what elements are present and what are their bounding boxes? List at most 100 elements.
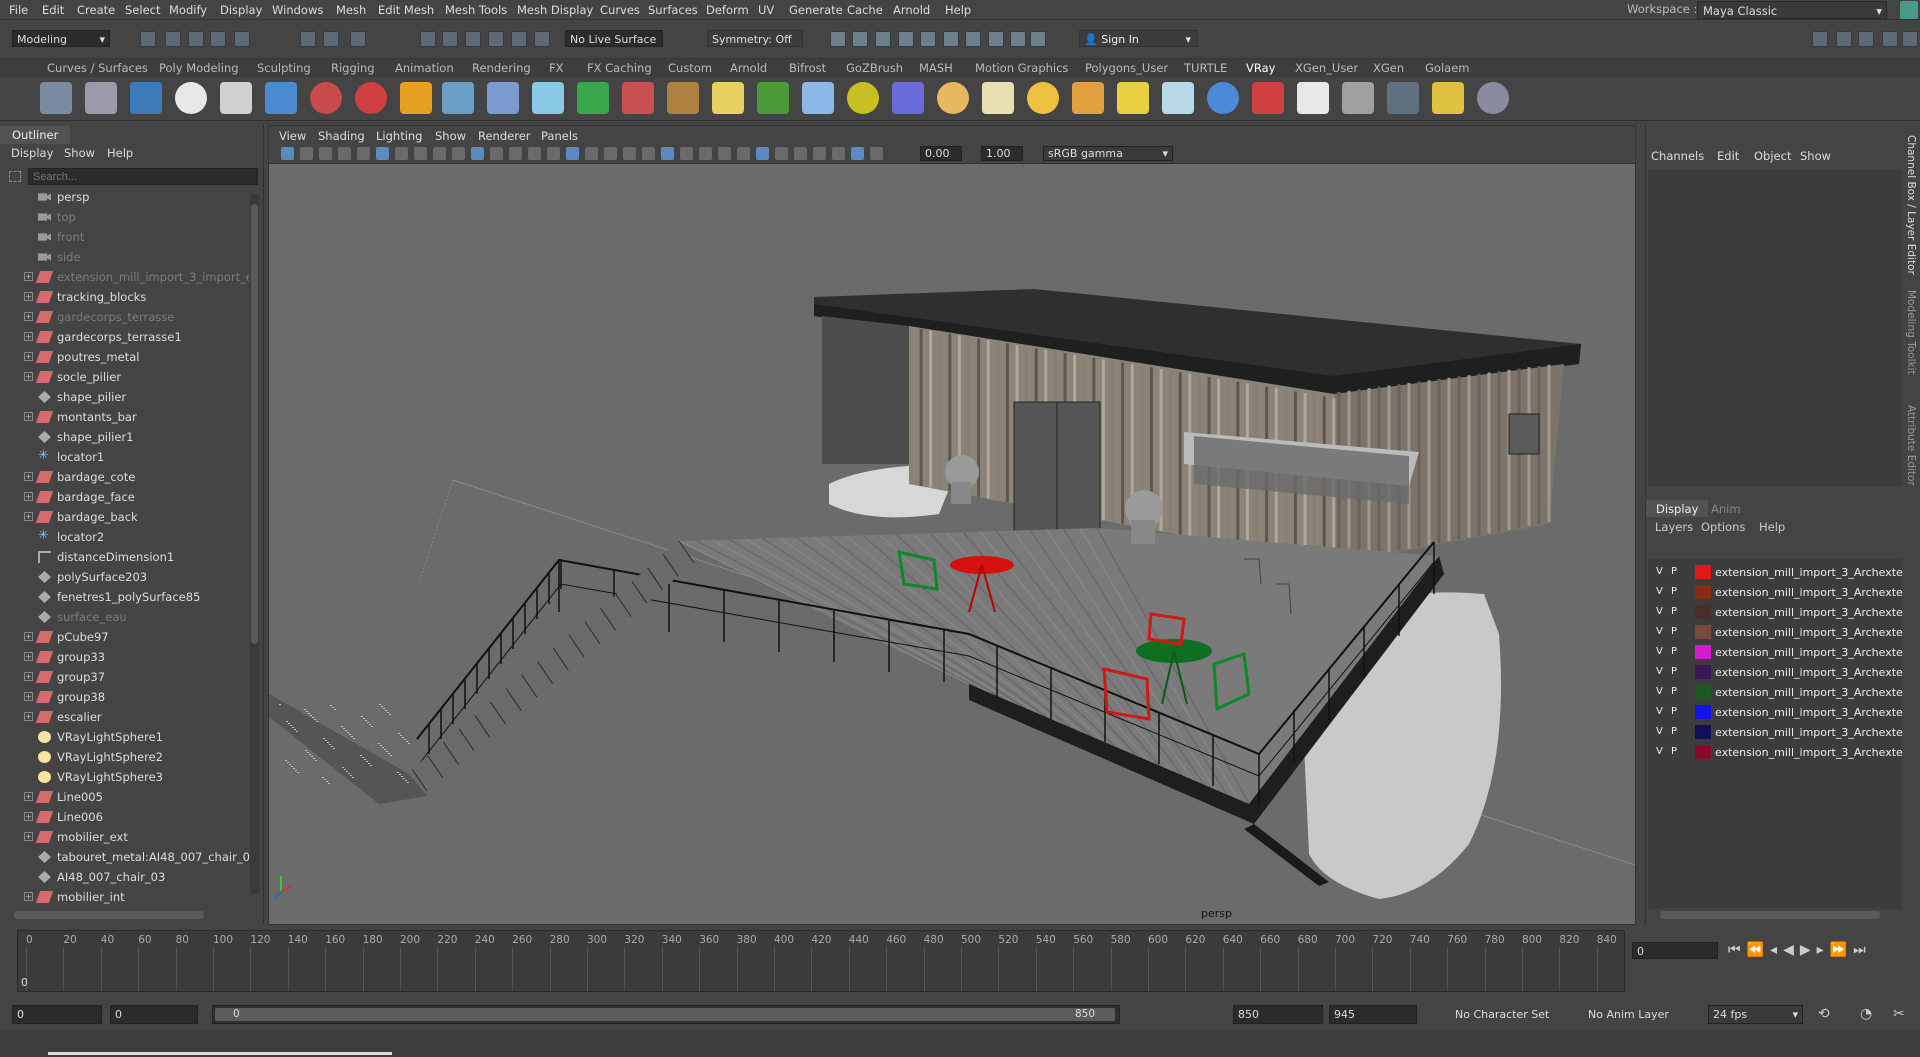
viewport-tool-icon[interactable]: [452, 147, 465, 160]
vray-shelf-tool-icon[interactable]: [1027, 82, 1059, 114]
outliner-item[interactable]: + gardecorps_terrasse: [0, 307, 250, 327]
toolbar-tool-icon[interactable]: [852, 31, 868, 47]
expand-icon[interactable]: +: [24, 672, 33, 681]
vray-shelf-tool-icon[interactable]: [622, 82, 654, 114]
outliner-item[interactable]: + mobilier_int: [0, 887, 250, 907]
toolbar-tool-icon[interactable]: [1030, 31, 1046, 47]
viewport-tool-icon[interactable]: [794, 147, 807, 160]
outliner-item[interactable]: shape_pilier: [0, 387, 250, 407]
layer-menu-help[interactable]: Help: [1759, 520, 1785, 534]
outliner-item[interactable]: + pCube97: [0, 627, 250, 647]
filter-icon[interactable]: [9, 171, 21, 182]
viewport-tool-icon[interactable]: [680, 147, 693, 160]
menu-arnold[interactable]: Arnold: [893, 3, 930, 17]
toolbar-tool-icon[interactable]: [920, 31, 936, 47]
vray-shelf-tool-icon[interactable]: [1117, 82, 1149, 114]
expand-icon[interactable]: +: [24, 472, 33, 481]
outliner-menu-show[interactable]: Show: [64, 146, 95, 160]
toolbar-tool-icon[interactable]: [1902, 31, 1918, 47]
vray-shelf-tool-icon[interactable]: [532, 82, 564, 114]
menu-mesh-display[interactable]: Mesh Display: [517, 3, 593, 17]
step-back-icon[interactable]: ◂: [1770, 942, 1783, 958]
viewport-tool-icon[interactable]: [775, 147, 788, 160]
display-layer-row[interactable]: V Pextension_mill_import_3_Archexterio: [1653, 703, 1903, 722]
menu-mesh[interactable]: Mesh: [336, 3, 366, 17]
layer-color-swatch[interactable]: [1695, 585, 1711, 599]
shelf-tab-custom[interactable]: Custom: [668, 61, 712, 75]
layer-color-swatch[interactable]: [1695, 665, 1711, 679]
layer-playback-toggle[interactable]: P: [1671, 686, 1677, 697]
current-frame-field[interactable]: 0: [1632, 942, 1718, 959]
outliner-search-input[interactable]: [28, 168, 258, 185]
outliner-item[interactable]: front: [0, 227, 250, 247]
toolbar-tool-icon[interactable]: [830, 31, 846, 47]
display-layer-row[interactable]: V Pextension_mill_import_3_Archexterio: [1653, 663, 1903, 682]
outliner-item[interactable]: AI48_007_chair_03: [0, 867, 250, 887]
outliner-item[interactable]: + montants_bar: [0, 407, 250, 427]
menu-curves[interactable]: Curves: [600, 3, 640, 17]
toolbar-tool-icon[interactable]: [965, 31, 981, 47]
tab-channel-box[interactable]: Channel Box / Layer Editor: [1905, 135, 1917, 275]
menu-generate[interactable]: Generate: [789, 3, 843, 17]
vray-shelf-tool-icon[interactable]: [220, 82, 252, 114]
anim-end-field[interactable]: 945: [1329, 1005, 1417, 1024]
layer-playback-toggle[interactable]: P: [1671, 646, 1677, 657]
viewport-tool-icon[interactable]: [642, 147, 655, 160]
layer-menu-layers[interactable]: Layers: [1655, 520, 1693, 534]
viewport-tool-icon[interactable]: [471, 147, 484, 160]
layer-visibility-toggle[interactable]: V: [1656, 706, 1663, 717]
outliner-item[interactable]: + tracking_blocks: [0, 287, 250, 307]
vray-shelf-tool-icon[interactable]: [1432, 82, 1464, 114]
loop-icon[interactable]: ⟲: [1818, 1006, 1830, 1022]
layer-playback-toggle[interactable]: P: [1671, 626, 1677, 637]
start-time-field[interactable]: 0: [12, 1005, 102, 1024]
expand-icon[interactable]: +: [24, 652, 33, 661]
outliner-item[interactable]: + mobilier_ext: [0, 827, 250, 847]
layer-playback-toggle[interactable]: P: [1671, 566, 1677, 577]
range-slider[interactable]: 0 850: [212, 1005, 1120, 1024]
menu-uv[interactable]: UV: [758, 3, 774, 17]
vray-shelf-tool-icon[interactable]: [667, 82, 699, 114]
vray-shelf-tool-icon[interactable]: [1252, 82, 1284, 114]
layer-color-swatch[interactable]: [1695, 725, 1711, 739]
expand-icon[interactable]: +: [24, 292, 33, 301]
layer-playback-toggle[interactable]: P: [1671, 586, 1677, 597]
outliner-item[interactable]: + group37: [0, 667, 250, 687]
workspace-dropdown[interactable]: Maya Classic ▾: [1697, 1, 1887, 19]
outliner-item[interactable]: + group38: [0, 687, 250, 707]
vray-shelf-tool-icon[interactable]: [265, 82, 297, 114]
shelf-tab-poly-modeling[interactable]: Poly Modeling: [159, 61, 239, 75]
channel-menu-show[interactable]: Show: [1800, 149, 1831, 163]
play-back-icon[interactable]: ◀: [1783, 942, 1800, 958]
layer-color-swatch[interactable]: [1695, 565, 1711, 579]
shelf-tab-xgen[interactable]: XGen: [1373, 61, 1404, 75]
display-layer-row[interactable]: V Pextension_mill_import_3_Archexterio: [1653, 583, 1903, 602]
toolbar-tool-icon[interactable]: [1882, 31, 1898, 47]
outliner-item[interactable]: distanceDimension1: [0, 547, 250, 567]
step-forward-key-icon[interactable]: ⏩: [1830, 942, 1853, 958]
toolbar-tool-icon[interactable]: [140, 31, 156, 47]
outliner-item[interactable]: + extension_mill_import_3_import_evere: [0, 267, 250, 287]
menu-display[interactable]: Display: [220, 3, 262, 17]
shelf-tab-vray[interactable]: VRay: [1246, 61, 1275, 75]
go-to-start-icon[interactable]: ⏮: [1728, 942, 1747, 958]
toolbar-tool-icon[interactable]: [420, 31, 436, 47]
menu-help[interactable]: Help: [945, 3, 971, 17]
layer-hscroll[interactable]: [1660, 911, 1880, 919]
vray-shelf-tool-icon[interactable]: [937, 82, 969, 114]
viewport-tool-icon[interactable]: [300, 147, 313, 160]
layer-visibility-toggle[interactable]: V: [1656, 686, 1663, 697]
outliner-item[interactable]: + gardecorps_terrasse1: [0, 327, 250, 347]
toolbar-tool-icon[interactable]: [1836, 31, 1852, 47]
outliner-item[interactable]: VRayLightSphere1: [0, 727, 250, 747]
viewport-tool-icon[interactable]: [699, 147, 712, 160]
viewport-tool-icon[interactable]: [281, 147, 294, 160]
viewport-panel[interactable]: View Shading Lighting Show Renderer Panels 0.…: [268, 125, 1636, 925]
exposure-field[interactable]: 0.00: [920, 146, 962, 161]
command-line[interactable]: [0, 1030, 1920, 1057]
fps-dropdown[interactable]: 24 fps ▾: [1708, 1005, 1803, 1024]
outliner-item[interactable]: top: [0, 207, 250, 227]
viewport-tool-icon[interactable]: [604, 147, 617, 160]
live-surface-field[interactable]: No Live Surface: [565, 30, 663, 47]
preferences-icon[interactable]: ✂: [1893, 1006, 1905, 1022]
